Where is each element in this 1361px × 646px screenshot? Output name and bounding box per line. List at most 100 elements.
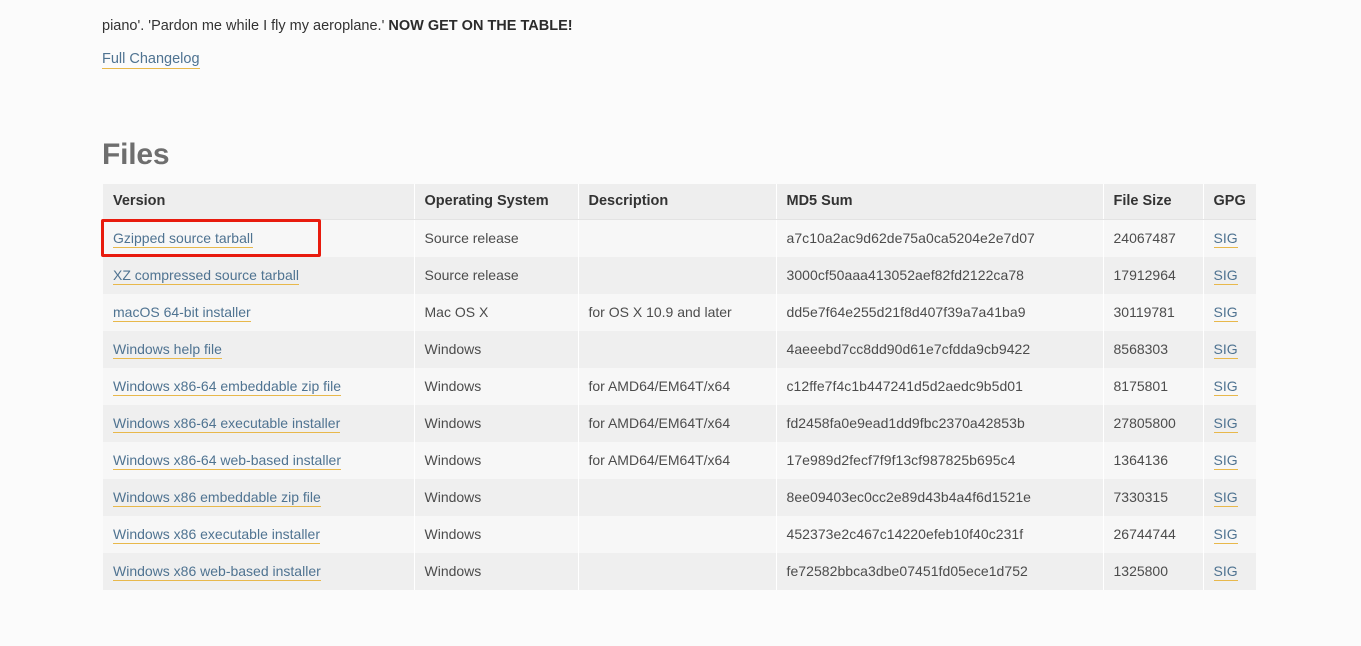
files-table-body: Gzipped source tarball Source release a7c1… — [103, 220, 1256, 591]
cell-description: for AMD64/EM64T/x64 — [578, 405, 776, 442]
cell-description: for OS X 10.9 and later — [578, 294, 776, 331]
column-header-description[interactable]: Description — [578, 184, 776, 220]
cell-description — [578, 516, 776, 553]
gpg-signature-link[interactable]: SIG — [1214, 526, 1238, 544]
cell-gpg: SIG — [1203, 442, 1256, 479]
download-link[interactable]: Gzipped source tarball — [113, 230, 253, 248]
files-section-heading: Files — [102, 138, 169, 172]
cell-description — [578, 331, 776, 368]
cell-operating-system: Windows — [414, 553, 578, 590]
cell-version: Windows x86 executable installer — [103, 516, 414, 553]
column-header-version[interactable]: Version — [103, 184, 414, 220]
cell-md5-sum: a7c10a2ac9d62de75a0ca5204e2e7d07 — [776, 220, 1103, 258]
cell-operating-system: Windows — [414, 368, 578, 405]
cell-description — [578, 479, 776, 516]
table-row: Windows help file Windows 4aeeebd7cc8dd90d… — [103, 331, 1256, 368]
column-header-file-size[interactable]: File Size — [1103, 184, 1203, 220]
cell-md5-sum: 8ee09403ec0cc2e89d43b4a4f6d1521e — [776, 479, 1103, 516]
cell-version: Windows help file — [103, 331, 414, 368]
cell-gpg: SIG — [1203, 479, 1256, 516]
gpg-signature-link[interactable]: SIG — [1214, 304, 1238, 322]
cell-file-size: 1364136 — [1103, 442, 1203, 479]
table-row: Gzipped source tarball Source release a7c1… — [103, 220, 1256, 258]
cell-gpg: SIG — [1203, 331, 1256, 368]
cell-version: macOS 64-bit installer — [103, 294, 414, 331]
cell-gpg: SIG — [1203, 405, 1256, 442]
column-header-operating-system[interactable]: Operating System — [414, 184, 578, 220]
gpg-signature-link[interactable]: SIG — [1214, 341, 1238, 359]
cell-md5-sum: c12ffe7f4c1b447241d5d2aedc9b5d01 — [776, 368, 1103, 405]
download-link[interactable]: Windows x86 web-based installer — [113, 563, 321, 581]
cell-file-size: 17912964 — [1103, 257, 1203, 294]
files-table-container: Version Operating System Description MD5… — [103, 184, 1256, 590]
cell-file-size: 8175801 — [1103, 368, 1203, 405]
cell-md5-sum: 452373e2c467c14220efeb10f40c231f — [776, 516, 1103, 553]
cell-operating-system: Windows — [414, 479, 578, 516]
download-link[interactable]: Windows x86-64 web-based installer — [113, 452, 341, 470]
cell-gpg: SIG — [1203, 368, 1256, 405]
gpg-signature-link[interactable]: SIG — [1214, 378, 1238, 396]
cell-file-size: 24067487 — [1103, 220, 1203, 258]
cell-gpg: SIG — [1203, 257, 1256, 294]
cell-file-size: 26744744 — [1103, 516, 1203, 553]
cell-md5-sum: 3000cf50aaa413052aef82fd2122ca78 — [776, 257, 1103, 294]
cell-description — [578, 257, 776, 294]
column-header-gpg[interactable]: GPG — [1203, 184, 1256, 220]
gpg-signature-link[interactable]: SIG — [1214, 415, 1238, 433]
gpg-signature-link[interactable]: SIG — [1214, 267, 1238, 285]
download-link[interactable]: Windows x86-64 embeddable zip file — [113, 378, 341, 396]
cell-description: for AMD64/EM64T/x64 — [578, 442, 776, 479]
cell-file-size: 7330315 — [1103, 479, 1203, 516]
cell-operating-system: Windows — [414, 331, 578, 368]
table-row: Windows x86 embeddable zip file Windows 8e… — [103, 479, 1256, 516]
cell-version: Windows x86-64 executable installer — [103, 405, 414, 442]
gpg-signature-link[interactable]: SIG — [1214, 489, 1238, 507]
cell-file-size: 30119781 — [1103, 294, 1203, 331]
table-row: XZ compressed source tarball Source relea… — [103, 257, 1256, 294]
files-table-head: Version Operating System Description MD5… — [103, 184, 1256, 220]
cell-version: XZ compressed source tarball — [103, 257, 414, 294]
cell-gpg: SIG — [1203, 220, 1256, 258]
cell-version: Windows x86-64 web-based installer — [103, 442, 414, 479]
gpg-signature-link[interactable]: SIG — [1214, 563, 1238, 581]
download-link[interactable]: Windows x86 embeddable zip file — [113, 489, 321, 507]
cell-operating-system: Source release — [414, 257, 578, 294]
cell-md5-sum: 4aeeebd7cc8dd90d61e7cfdda9cb9422 — [776, 331, 1103, 368]
table-row: Windows x86-64 embeddable zip file Window… — [103, 368, 1256, 405]
cell-version: Gzipped source tarball — [103, 220, 414, 258]
table-row: Windows x86 executable installer Windows 4… — [103, 516, 1256, 553]
cell-md5-sum: 17e989d2fecf7f9f13cf987825b695c4 — [776, 442, 1103, 479]
cell-gpg: SIG — [1203, 516, 1256, 553]
download-link[interactable]: macOS 64-bit installer — [113, 304, 251, 322]
cell-operating-system: Windows — [414, 516, 578, 553]
download-link[interactable]: Windows help file — [113, 341, 222, 359]
gpg-signature-link[interactable]: SIG — [1214, 230, 1238, 248]
cell-file-size: 27805800 — [1103, 405, 1203, 442]
cell-md5-sum: fd2458fa0e9ead1dd9fbc2370a42853b — [776, 405, 1103, 442]
cell-description: for AMD64/EM64T/x64 — [578, 368, 776, 405]
gpg-signature-link[interactable]: SIG — [1214, 452, 1238, 470]
cell-version: Windows x86 embeddable zip file — [103, 479, 414, 516]
files-table-header-row: Version Operating System Description MD5… — [103, 184, 1256, 220]
full-changelog-link-container: Full Changelog — [102, 49, 200, 69]
cell-version: Windows x86 web-based installer — [103, 553, 414, 590]
cell-version: Windows x86-64 embeddable zip file — [103, 368, 414, 405]
changelog-intro-paragraph: piano'. 'Pardon me while I fly my aeropl… — [102, 15, 1252, 37]
column-header-md5-sum[interactable]: MD5 Sum — [776, 184, 1103, 220]
cell-md5-sum: fe72582bbca3dbe07451fd05ece1d752 — [776, 553, 1103, 590]
cell-operating-system: Windows — [414, 442, 578, 479]
full-changelog-link[interactable]: Full Changelog — [102, 51, 200, 69]
download-link[interactable]: Windows x86 executable installer — [113, 526, 320, 544]
table-row: Windows x86-64 web-based installer Window… — [103, 442, 1256, 479]
intro-text-emphasis: NOW GET ON THE TABLE! — [388, 18, 572, 34]
cell-md5-sum: dd5e7f64e255d21f8d407f39a7a41ba9 — [776, 294, 1103, 331]
files-table: Version Operating System Description MD5… — [103, 184, 1256, 590]
cell-operating-system: Source release — [414, 220, 578, 258]
download-link[interactable]: XZ compressed source tarball — [113, 267, 299, 285]
cell-description — [578, 553, 776, 590]
table-row: Windows x86 web-based installer Windows fe… — [103, 553, 1256, 590]
cell-file-size: 1325800 — [1103, 553, 1203, 590]
cell-operating-system: Windows — [414, 405, 578, 442]
intro-text-plain: piano'. 'Pardon me while I fly my aeropl… — [102, 18, 388, 34]
download-link[interactable]: Windows x86-64 executable installer — [113, 415, 340, 433]
